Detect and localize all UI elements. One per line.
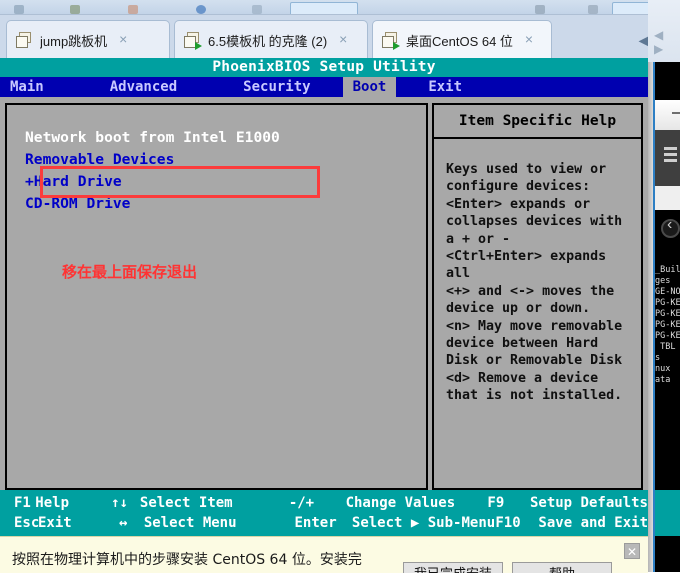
notice-text: 按照在物理计算机中的步骤安装 CentOS 64 位。安装完 bbox=[12, 552, 362, 568]
hamburger-menu-icon[interactable] bbox=[664, 147, 677, 165]
key-enter[interactable]: Enter bbox=[295, 513, 352, 533]
toolbar-icon-7[interactable] bbox=[588, 5, 598, 14]
help-panel-body: Keys used to view or configure devices: … bbox=[446, 162, 623, 404]
key-f10[interactable]: F10 bbox=[495, 513, 538, 533]
leftright-arrow-icon: ↔ bbox=[118, 515, 128, 531]
installation-complete-button[interactable]: 我已完成安装 bbox=[403, 562, 503, 573]
bios-menu-main[interactable]: Main bbox=[0, 77, 54, 97]
boot-item-network[interactable]: Network boot from Intel E1000 bbox=[25, 127, 280, 149]
bg-file-list: ges GE-NOTES- PG-KEY-Ce PG-KEY-Ce PG-KEY… bbox=[655, 276, 680, 385]
bg-dark-region-2 bbox=[655, 536, 680, 572]
function-key-row-2: Esc Exit ↔ Select Menu Enter Select ▶ Su… bbox=[0, 513, 648, 533]
bg-nav-arrows-icon[interactable]: ◀ ▶ bbox=[654, 28, 680, 56]
vm-running-icon bbox=[382, 31, 400, 50]
expand-plus-icon: + bbox=[25, 173, 34, 190]
function-key-row-1: F1 Help ↑↓ Select Item -/+ Change Values… bbox=[0, 493, 648, 513]
boot-order-panel: Network boot from Intel E1000 Removable … bbox=[5, 103, 428, 490]
toolbar-icon-6[interactable] bbox=[535, 5, 545, 14]
key-esc-action: Exit bbox=[38, 515, 72, 531]
bg-light-region-1 bbox=[655, 100, 680, 130]
tab-label: jump跳板机 bbox=[40, 33, 108, 49]
boot-device-list: Network boot from Intel E1000 Removable … bbox=[25, 127, 280, 215]
bios-menu-boot[interactable]: Boot bbox=[342, 77, 397, 97]
bios-body: Network boot from Intel E1000 Removable … bbox=[0, 97, 648, 490]
toolbar-icon-3[interactable] bbox=[128, 5, 138, 14]
key-f9[interactable]: F9 bbox=[487, 493, 530, 513]
boot-item-removable[interactable]: Removable Devices bbox=[25, 149, 280, 171]
bios-menu-security[interactable]: Security bbox=[233, 77, 320, 97]
vm-stopped-icon bbox=[16, 31, 33, 49]
tab-desktop-centos[interactable]: 桌面CentOS 64 位 × bbox=[372, 20, 552, 59]
vm-running-icon bbox=[184, 31, 202, 50]
tab-close-icon[interactable]: × bbox=[115, 32, 131, 48]
boot-item-label: Hard Drive bbox=[33, 173, 122, 190]
back-button-icon[interactable] bbox=[661, 216, 680, 238]
tab-label: 桌面CentOS 64 位 bbox=[406, 33, 513, 49]
annotation-note: 移在最上面保存退出 bbox=[62, 263, 198, 281]
sub-menu-label: Select ▶ Sub-Menu bbox=[351, 515, 496, 531]
menu-gap bbox=[321, 77, 343, 97]
bg-teal-region bbox=[655, 490, 680, 536]
bios-menu-bar: Main Advanced Security Boot Exit bbox=[0, 77, 648, 99]
bg-terminal-text: _BuildTa ges GE-NOTES- PG-KEY-Ce PG-KEY-… bbox=[655, 265, 680, 386]
item-specific-help-panel: Item Specific Help Keys used to view or … bbox=[432, 103, 643, 490]
toolbar-icon-2[interactable] bbox=[70, 5, 80, 14]
bios-menu-advanced[interactable]: Advanced bbox=[100, 77, 187, 97]
updown-arrow-icon: ↑↓ bbox=[111, 495, 128, 511]
bg-light-region-2 bbox=[655, 186, 680, 210]
key-f1-action: Help bbox=[35, 495, 69, 511]
setup-defaults-label: Setup Defaults bbox=[529, 495, 648, 511]
bg-dark-region-1 bbox=[655, 62, 680, 100]
bg-path-fragment: _BuildTa bbox=[655, 265, 680, 275]
tab-jump-host[interactable]: jump跳板机 × bbox=[6, 20, 170, 59]
bios-menu-exit[interactable]: Exit bbox=[418, 77, 472, 97]
close-icon[interactable]: ✕ bbox=[624, 543, 640, 559]
key-minus-plus[interactable]: -/+ bbox=[289, 493, 346, 513]
boot-item-hard-drive[interactable]: +Hard Drive bbox=[25, 171, 280, 193]
change-values-label: Change Values bbox=[345, 495, 456, 511]
tab-close-icon[interactable]: × bbox=[521, 32, 537, 48]
menu-gap bbox=[54, 77, 100, 97]
install-notice-bar: 按照在物理计算机中的步骤安装 CentOS 64 位。安装完 我已完成安装 帮助… bbox=[0, 536, 648, 573]
menu-gap bbox=[187, 77, 233, 97]
toolbar-icon-5[interactable] bbox=[252, 5, 262, 14]
tab-template-clone[interactable]: 6.5模板机 的克隆 (2) × bbox=[174, 20, 368, 59]
select-item-label: Select Item bbox=[139, 495, 233, 511]
help-button[interactable]: 帮助 bbox=[512, 562, 612, 573]
help-panel-title: Item Specific Help bbox=[434, 105, 641, 139]
menu-gap bbox=[396, 77, 418, 97]
bios-screen: PhoenixBIOS Setup Utility Main Advanced … bbox=[0, 58, 648, 536]
toolbar-icon-1[interactable] bbox=[14, 5, 24, 14]
key-f1[interactable]: F1 bbox=[0, 493, 35, 513]
select-menu-label: Select Menu bbox=[143, 515, 237, 531]
bios-function-key-bar: F1 Help ↑↓ Select Item -/+ Change Values… bbox=[0, 490, 648, 536]
key-esc[interactable]: Esc bbox=[0, 513, 39, 533]
save-and-exit-label: Save and Exit bbox=[538, 515, 648, 531]
background-window-strip: ◀ ▶ _BuildTa ges GE-NOTES- PG-KEY-Ce PG-… bbox=[648, 0, 680, 572]
tab-close-icon[interactable]: × bbox=[335, 32, 351, 48]
tab-label: 6.5模板机 的克隆 (2) bbox=[208, 33, 328, 49]
boot-item-cdrom[interactable]: CD-ROM Drive bbox=[25, 193, 280, 215]
toolbar-field-1[interactable] bbox=[290, 2, 358, 14]
tab-bar: jump跳板机 × 6.5模板机 的克隆 (2) × 桌面CentOS 64 位… bbox=[0, 14, 680, 59]
toolbar-strip bbox=[0, 0, 680, 15]
toolbar-icon-4[interactable] bbox=[196, 5, 206, 14]
bios-title: PhoenixBIOS Setup Utility bbox=[0, 58, 648, 77]
bg-minimize-icon[interactable] bbox=[672, 112, 680, 114]
